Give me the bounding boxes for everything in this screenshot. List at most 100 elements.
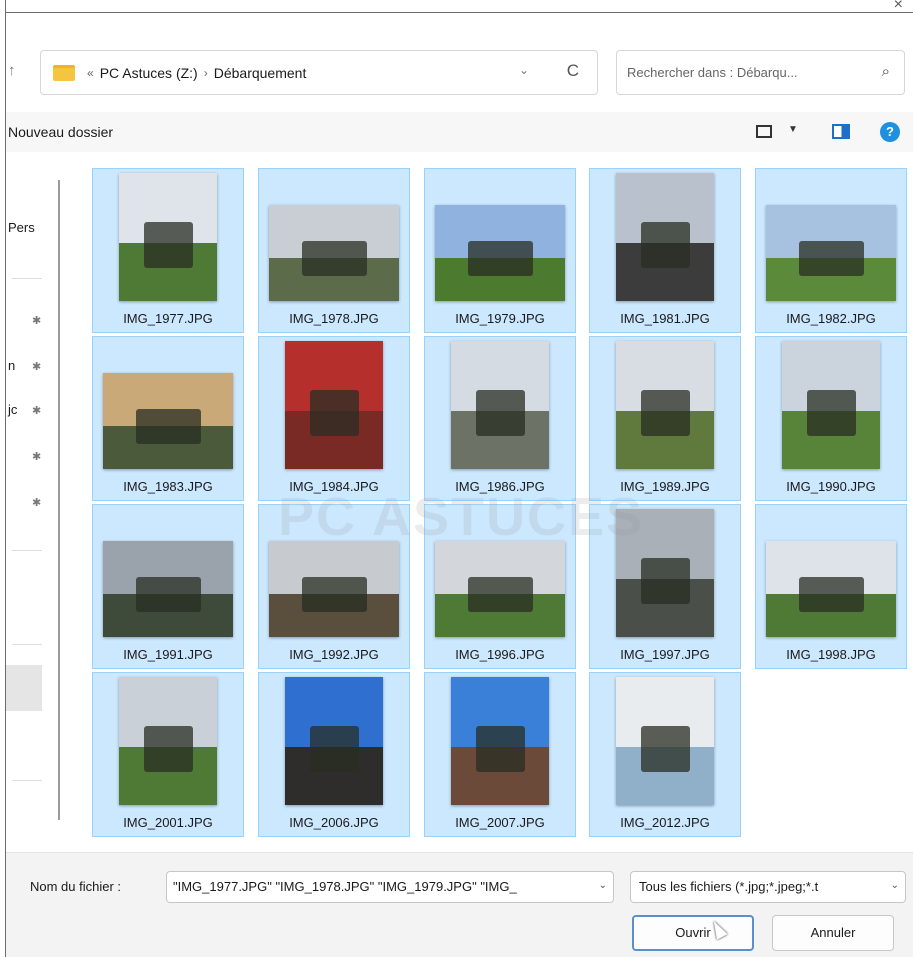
file-thumbnail <box>451 341 549 469</box>
file-open-dialog: × ↑ « PC Astuces (Z:) › Débarquement ⌄ C… <box>0 0 913 957</box>
filename-input[interactable]: "IMG_1977.JPG" "IMG_1978.JPG" "IMG_1979.… <box>166 871 614 903</box>
thumbnail-subject <box>640 221 690 268</box>
file-item[interactable]: IMG_1986.JPG <box>424 336 576 501</box>
view-chevron-down-icon[interactable]: ▼ <box>788 124 798 135</box>
thumbnail-subject <box>798 577 864 613</box>
sidebar-divider <box>12 278 42 279</box>
file-item[interactable]: IMG_1990.JPG <box>755 336 907 501</box>
thumbnail-subject <box>143 725 193 772</box>
file-thumbnail <box>616 173 714 301</box>
file-name: IMG_2007.JPG <box>455 815 545 830</box>
file-name: IMG_1981.JPG <box>620 311 710 326</box>
thumbnail-subject <box>475 389 525 436</box>
filetype-select[interactable]: Tous les fichiers (*.jpg;*.jpeg;*.t ⌄ <box>630 871 906 903</box>
address-bar[interactable]: « PC Astuces (Z:) › Débarquement ⌄ C <box>40 50 598 95</box>
file-name: IMG_1978.JPG <box>289 311 379 326</box>
sidebar-item-n[interactable]: n <box>8 358 15 373</box>
sidebar-divider <box>12 644 42 645</box>
file-item[interactable]: IMG_1998.JPG <box>755 504 907 669</box>
file-name: IMG_2006.JPG <box>289 815 379 830</box>
filename-value: "IMG_1977.JPG" "IMG_1978.JPG" "IMG_1979.… <box>173 879 517 894</box>
open-button[interactable]: Ouvrir <box>632 915 754 951</box>
file-item[interactable]: IMG_1991.JPG <box>92 504 244 669</box>
new-folder-button[interactable]: Nouveau dossier <box>8 124 113 140</box>
breadcrumb-folder[interactable]: Débarquement <box>214 65 307 81</box>
thumbnail-subject <box>301 577 367 613</box>
file-thumbnail <box>119 173 217 301</box>
dialog-top-border <box>6 12 913 13</box>
navigation-pane: Pers ✱ n ✱ jc ✱ ✱ ✱ <box>6 152 66 852</box>
search-input[interactable]: Rechercher dans : Débarqu... <box>627 65 798 80</box>
refresh-icon[interactable]: C <box>567 61 579 81</box>
bottom-bar: Nom du fichier : "IMG_1977.JPG" "IMG_197… <box>6 852 913 957</box>
close-icon[interactable]: × <box>894 0 903 14</box>
file-thumbnail <box>103 541 233 637</box>
file-thumbnail <box>782 341 880 469</box>
file-thumbnail <box>103 373 233 469</box>
file-name: IMG_1990.JPG <box>786 479 876 494</box>
file-item[interactable]: IMG_1982.JPG <box>755 168 907 333</box>
filetype-value: Tous les fichiers (*.jpg;*.jpeg;*.t <box>639 879 819 894</box>
pin-icon: ✱ <box>32 497 42 509</box>
file-name: IMG_1998.JPG <box>786 647 876 662</box>
file-name: IMG_1996.JPG <box>455 647 545 662</box>
thumbnail-subject <box>806 389 856 436</box>
file-name: IMG_1992.JPG <box>289 647 379 662</box>
sidebar-item-personal[interactable]: Pers <box>8 220 35 235</box>
pin-icon: ✱ <box>32 451 42 463</box>
preview-pane-icon[interactable] <box>832 124 850 139</box>
up-arrow-icon[interactable]: ↑ <box>8 62 16 79</box>
file-name: IMG_2001.JPG <box>123 815 213 830</box>
file-thumbnail <box>766 205 896 301</box>
file-thumbnail <box>269 205 399 301</box>
thumbnail-subject <box>467 577 533 613</box>
toolbar: Nouveau dossier ▼ ? <box>6 112 913 152</box>
chevron-down-icon[interactable]: ⌄ <box>519 63 529 77</box>
file-name: IMG_1979.JPG <box>455 311 545 326</box>
file-thumbnail <box>435 541 565 637</box>
breadcrumb-separator-icon[interactable]: › <box>204 66 208 80</box>
file-item[interactable]: IMG_1978.JPG <box>258 168 410 333</box>
file-thumbnail <box>616 341 714 469</box>
file-item[interactable]: IMG_2007.JPG <box>424 672 576 837</box>
thumbnail-subject <box>640 725 690 772</box>
chevron-down-icon[interactable]: ⌄ <box>599 880 607 891</box>
file-item[interactable]: IMG_1984.JPG <box>258 336 410 501</box>
thumbnail-subject <box>798 241 864 277</box>
sidebar-divider <box>12 550 42 551</box>
thumbnail-subject <box>143 221 193 268</box>
file-thumbnail <box>616 677 714 805</box>
file-name: IMG_2012.JPG <box>620 815 710 830</box>
chevron-down-icon[interactable]: ⌄ <box>891 880 899 891</box>
thumbnail-subject <box>467 241 533 277</box>
breadcrumb-overflow[interactable]: « <box>87 66 94 80</box>
file-name: IMG_1997.JPG <box>620 647 710 662</box>
file-item[interactable]: IMG_1979.JPG <box>424 168 576 333</box>
search-box[interactable]: Rechercher dans : Débarqu... ⌕ <box>616 50 905 95</box>
thumbnail-subject <box>640 557 690 604</box>
sidebar-item-selected[interactable] <box>6 665 42 711</box>
breadcrumb-drive[interactable]: PC Astuces (Z:) <box>100 65 198 81</box>
file-item[interactable]: IMG_1983.JPG <box>92 336 244 501</box>
file-name: IMG_1982.JPG <box>786 311 876 326</box>
file-item[interactable]: IMG_1989.JPG <box>589 336 741 501</box>
file-name: IMG_1983.JPG <box>123 479 213 494</box>
file-item[interactable]: IMG_2006.JPG <box>258 672 410 837</box>
view-mode-icon[interactable] <box>756 125 772 138</box>
file-item[interactable]: IMG_1977.JPG <box>92 168 244 333</box>
file-thumbnail <box>766 541 896 637</box>
file-name: IMG_1977.JPG <box>123 311 213 326</box>
sidebar-item-jc[interactable]: jc <box>8 402 17 417</box>
thumbnail-subject <box>475 725 525 772</box>
thumbnail-subject <box>640 389 690 436</box>
thumbnail-subject <box>301 241 367 277</box>
file-item[interactable]: IMG_1981.JPG <box>589 168 741 333</box>
file-thumbnail <box>119 677 217 805</box>
sidebar-scrollbar[interactable] <box>58 180 60 820</box>
file-item[interactable]: IMG_2012.JPG <box>589 672 741 837</box>
thumbnail-subject <box>309 725 359 772</box>
file-thumbnail <box>435 205 565 301</box>
help-icon[interactable]: ? <box>880 122 900 142</box>
file-item[interactable]: IMG_2001.JPG <box>92 672 244 837</box>
cancel-button[interactable]: Annuler <box>772 915 894 951</box>
